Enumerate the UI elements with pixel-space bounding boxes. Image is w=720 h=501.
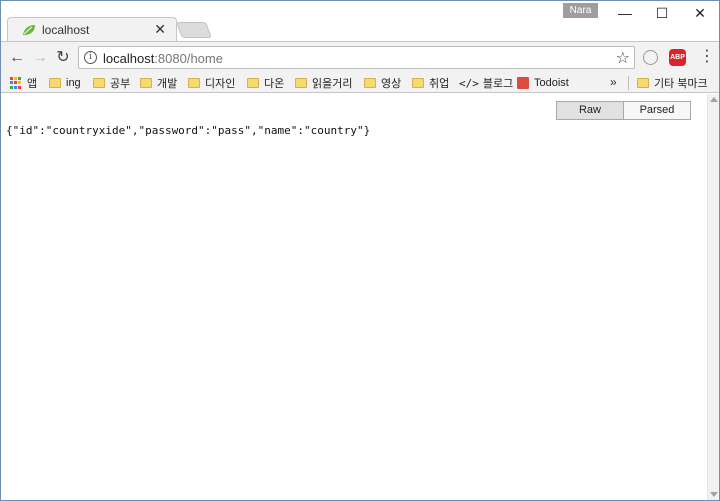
bookmark-todoist[interactable]: Todoist	[517, 75, 569, 91]
folder-icon	[93, 78, 105, 88]
folder-icon	[412, 78, 424, 88]
browser-window: localhost ✕ Nara — ☐ ✕ ← → ↻ i localhost…	[0, 0, 720, 501]
info-icon[interactable]: i	[84, 51, 97, 64]
folder-icon	[188, 78, 200, 88]
page-content: Raw Parsed {"id":"countryxide","password…	[1, 94, 707, 500]
browser-menu-icon[interactable]: ⋮	[699, 47, 715, 67]
back-button[interactable]: ←	[7, 48, 27, 68]
url-path: :8080/home	[154, 51, 223, 66]
folder-icon	[295, 78, 307, 88]
bookmark-folder-study[interactable]: 공부	[93, 75, 130, 91]
folder-icon	[140, 78, 152, 88]
vertical-scrollbar[interactable]	[707, 94, 719, 500]
bookmark-label: 영상	[381, 78, 402, 90]
todoist-icon	[517, 77, 529, 89]
tab-close-icon[interactable]: ✕	[154, 21, 166, 38]
tab-localhost[interactable]: localhost ✕	[7, 17, 177, 42]
folder-icon	[637, 78, 649, 88]
bookmarks-bar: 앱 ing 공부 개발 디자인 다온 읽을거리 영상 취업 </> 블로그 To…	[1, 73, 719, 93]
reload-button[interactable]: ↻	[53, 48, 73, 68]
url-host: localhost	[103, 51, 155, 66]
bookmark-folder-job[interactable]: 취업	[412, 75, 449, 91]
bookmark-label: 블로그	[482, 78, 514, 90]
bookmark-blog[interactable]: </> 블로그	[459, 75, 513, 91]
new-tab-button[interactable]	[176, 22, 212, 38]
bookmark-label: 디자인	[205, 78, 236, 90]
bookmarks-overflow-icon[interactable]: »	[610, 75, 617, 89]
extension-icon[interactable]	[643, 50, 658, 65]
bookmark-apps[interactable]: 앱	[10, 75, 37, 91]
bookmark-label: 앱	[27, 78, 38, 90]
bookmark-label: ing	[66, 77, 81, 89]
bookmark-other[interactable]: 기타 북마크	[637, 75, 708, 91]
profile-badge[interactable]: Nara	[563, 3, 598, 18]
bookmark-folder-reading[interactable]: 읽을거리	[295, 75, 352, 91]
tab-title: localhost	[42, 23, 90, 37]
raw-button[interactable]: Raw	[556, 101, 624, 120]
bookmark-label: 기타 북마크	[654, 78, 708, 90]
url-text: localhost:8080/home	[103, 51, 223, 66]
tab-strip: localhost ✕ Nara — ☐ ✕	[1, 1, 719, 42]
json-viewer-toggle: Raw Parsed	[556, 101, 691, 120]
bookmarks-divider	[628, 76, 629, 90]
bookmark-label: 개발	[157, 78, 178, 90]
bookmark-folder-ing[interactable]: ing	[49, 75, 81, 91]
maximize-button[interactable]: ☐	[647, 4, 677, 22]
bookmark-folder-daon[interactable]: 다온	[247, 75, 284, 91]
bookmark-label: 취업	[429, 78, 450, 90]
apps-grid-icon	[10, 77, 22, 89]
forward-button[interactable]: →	[30, 48, 50, 68]
close-window-button[interactable]: ✕	[685, 4, 715, 22]
bookmark-label: 읽을거리	[312, 78, 353, 90]
scroll-down-icon[interactable]	[710, 492, 718, 497]
bookmark-label: 다온	[264, 78, 285, 90]
parsed-button[interactable]: Parsed	[624, 101, 691, 120]
bookmark-folder-design[interactable]: 디자인	[188, 75, 235, 91]
adblock-plus-icon[interactable]: ABP	[669, 49, 686, 66]
address-bar[interactable]: i localhost:8080/home ☆	[78, 46, 635, 69]
json-response-text: {"id":"countryxide","password":"pass","n…	[6, 124, 371, 137]
bookmark-folder-video[interactable]: 영상	[364, 75, 401, 91]
scroll-up-icon[interactable]	[710, 97, 718, 102]
bookmark-star-icon[interactable]: ☆	[616, 48, 630, 68]
bookmark-folder-dev[interactable]: 개발	[140, 75, 177, 91]
folder-icon	[247, 78, 259, 88]
bookmark-label: 공부	[110, 78, 131, 90]
folder-icon	[49, 78, 61, 88]
code-icon: </>	[459, 76, 479, 90]
leaf-icon	[23, 25, 35, 35]
bookmark-label: Todoist	[534, 77, 569, 89]
minimize-button[interactable]: —	[610, 4, 640, 22]
toolbar: ← → ↻ i localhost:8080/home ☆ ABP ⋮	[1, 41, 719, 73]
folder-icon	[364, 78, 376, 88]
